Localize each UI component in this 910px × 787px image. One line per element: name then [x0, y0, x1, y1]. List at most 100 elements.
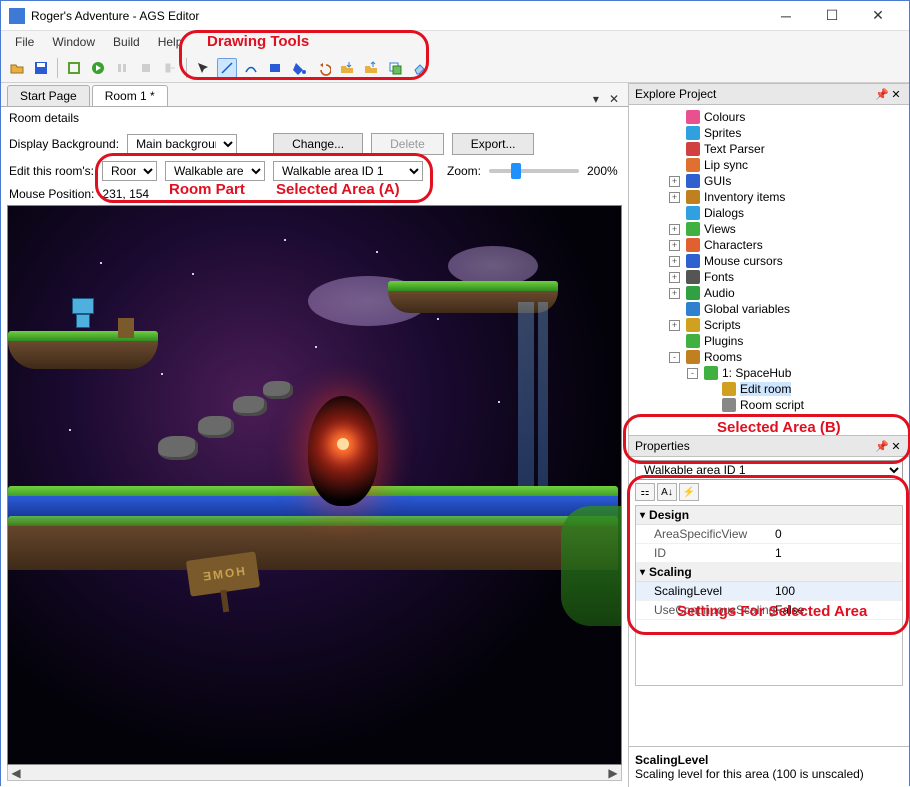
- expand-icon[interactable]: +: [669, 320, 680, 331]
- tree-node-scripts[interactable]: +Scripts: [633, 317, 905, 333]
- tree-node-guis[interactable]: +GUIs: [633, 173, 905, 189]
- close-button[interactable]: ✕: [855, 1, 901, 31]
- build-icon[interactable]: [64, 58, 84, 78]
- sprite-icon: [686, 126, 700, 140]
- rect-tool-icon[interactable]: [265, 58, 285, 78]
- properties-grid[interactable]: ▾DesignAreaSpecificView0ID1▾ScalingScali…: [635, 505, 903, 686]
- tree-node-dialogs[interactable]: Dialogs: [633, 205, 905, 221]
- tree-node-views[interactable]: +Views: [633, 221, 905, 237]
- tree-node-1-spacehub[interactable]: -1: SpaceHub: [633, 365, 905, 381]
- tree-node-characters[interactable]: +Characters: [633, 237, 905, 253]
- parser-icon: [686, 142, 700, 156]
- panel-close-icon[interactable]: ✕: [889, 440, 903, 453]
- tree-node-mouse-cursors[interactable]: +Mouse cursors: [633, 253, 905, 269]
- room-details: Room details Display Background: Main ba…: [1, 107, 628, 205]
- scroll-left-icon[interactable]: ◀: [8, 766, 24, 780]
- tree-node-inventory-items[interactable]: +Inventory items: [633, 189, 905, 205]
- tree-node-colours[interactable]: Colours: [633, 109, 905, 125]
- expand-icon[interactable]: +: [669, 256, 680, 267]
- selected-area-select[interactable]: Walkable area ID 1: [273, 161, 423, 181]
- expand-icon[interactable]: +: [669, 288, 680, 299]
- pin-icon[interactable]: 📌: [875, 88, 889, 101]
- run-icon[interactable]: [88, 58, 108, 78]
- dialog-icon: [686, 206, 700, 220]
- horizontal-scrollbar[interactable]: ◀ ▶: [7, 765, 622, 781]
- menu-window[interactable]: Window: [44, 33, 103, 51]
- tree-node-rooms[interactable]: -Rooms: [633, 349, 905, 365]
- char-icon: [686, 238, 700, 252]
- rooms-icon: [686, 350, 700, 364]
- menubar: File Window Build Help: [1, 31, 909, 53]
- expand-icon[interactable]: -: [687, 368, 698, 379]
- prop-category-design[interactable]: ▾Design: [636, 506, 902, 525]
- room-canvas[interactable]: HOME: [7, 205, 622, 765]
- explore-project-header: Explore Project 📌 ✕: [629, 83, 909, 105]
- erase-icon[interactable]: [409, 58, 429, 78]
- tab-close-icon[interactable]: ✕: [606, 92, 622, 106]
- tree-node-plugins[interactable]: Plugins: [633, 333, 905, 349]
- tree-node-audio[interactable]: +Audio: [633, 285, 905, 301]
- scroll-right-icon[interactable]: ▶: [605, 766, 621, 780]
- property-object-select[interactable]: Walkable area ID 1: [635, 460, 903, 480]
- area-type-select[interactable]: Walkable areas: [165, 161, 265, 181]
- save-icon[interactable]: [31, 58, 51, 78]
- expand-icon[interactable]: +: [669, 176, 680, 187]
- edit-room-label: Edit this room's:: [9, 164, 94, 178]
- tab-room-1[interactable]: Room 1 *: [92, 85, 168, 106]
- zoom-slider[interactable]: [489, 169, 579, 173]
- freehand-tool-icon[interactable]: [241, 58, 261, 78]
- expand-icon[interactable]: +: [669, 240, 680, 251]
- prop-row-usecontinuousscaling[interactable]: UseContinuousScalingFalse: [636, 601, 902, 620]
- maximize-button[interactable]: ☐: [809, 1, 855, 31]
- export-button[interactable]: Export...: [452, 133, 535, 155]
- prop-events-icon[interactable]: ⚡: [679, 483, 699, 501]
- menu-help[interactable]: Help: [150, 33, 191, 51]
- change-button[interactable]: Change...: [273, 133, 363, 155]
- expand-icon[interactable]: +: [669, 272, 680, 283]
- prop-row-id[interactable]: ID1: [636, 544, 902, 563]
- tree-node-edit-room[interactable]: Edit room: [633, 381, 905, 397]
- undo-icon[interactable]: [313, 58, 333, 78]
- panel-close-icon[interactable]: ✕: [889, 88, 903, 101]
- side-panel: Explore Project 📌 ✕ ColoursSpritesText P…: [629, 83, 909, 787]
- tree-node-sprites[interactable]: Sprites: [633, 125, 905, 141]
- pin-icon[interactable]: 📌: [875, 440, 889, 453]
- tree-node-room-script[interactable]: Room script: [633, 397, 905, 413]
- tree-node-text-parser[interactable]: Text Parser: [633, 141, 905, 157]
- prop-categorize-icon[interactable]: ⚏: [635, 483, 655, 501]
- gui-icon: [686, 174, 700, 188]
- minimize-button[interactable]: ─: [763, 1, 809, 31]
- prop-sort-icon[interactable]: A↓: [657, 483, 677, 501]
- display-bg-select[interactable]: Main background: [127, 134, 237, 154]
- open-icon[interactable]: [7, 58, 27, 78]
- room-icon: [704, 366, 718, 380]
- tree-node-fonts[interactable]: +Fonts: [633, 269, 905, 285]
- prop-category-scaling[interactable]: ▾Scaling: [636, 563, 902, 582]
- crate-sprite: [118, 318, 134, 338]
- line-tool-icon[interactable]: [217, 58, 237, 78]
- expand-icon[interactable]: -: [669, 352, 680, 363]
- room-part-select[interactable]: Room: [102, 161, 157, 181]
- menu-file[interactable]: File: [7, 33, 42, 51]
- import-mask-icon[interactable]: [337, 58, 357, 78]
- fill-tool-icon[interactable]: [289, 58, 309, 78]
- app-icon: [9, 8, 25, 24]
- tab-start-page[interactable]: Start Page: [7, 85, 90, 106]
- inv-icon: [686, 190, 700, 204]
- tree-node-global-variables[interactable]: Global variables: [633, 301, 905, 317]
- expand-icon[interactable]: +: [669, 192, 680, 203]
- project-tree[interactable]: ColoursSpritesText ParserLip sync+GUIs+I…: [629, 105, 909, 435]
- menu-build[interactable]: Build: [105, 33, 148, 51]
- export-mask-icon[interactable]: [361, 58, 381, 78]
- script-icon: [686, 318, 700, 332]
- copy-mask-icon[interactable]: [385, 58, 405, 78]
- audio-icon: [686, 286, 700, 300]
- properties-header: Properties 📌 ✕: [629, 435, 909, 457]
- tree-node-lip-sync[interactable]: Lip sync: [633, 157, 905, 173]
- cursor-icon: [686, 254, 700, 268]
- select-tool-icon[interactable]: [193, 58, 213, 78]
- expand-icon[interactable]: +: [669, 224, 680, 235]
- prop-row-scalinglevel[interactable]: ScalingLevel100: [636, 582, 902, 601]
- tab-dropdown-icon[interactable]: ▾: [590, 92, 602, 106]
- prop-row-areaspecificview[interactable]: AreaSpecificView0: [636, 525, 902, 544]
